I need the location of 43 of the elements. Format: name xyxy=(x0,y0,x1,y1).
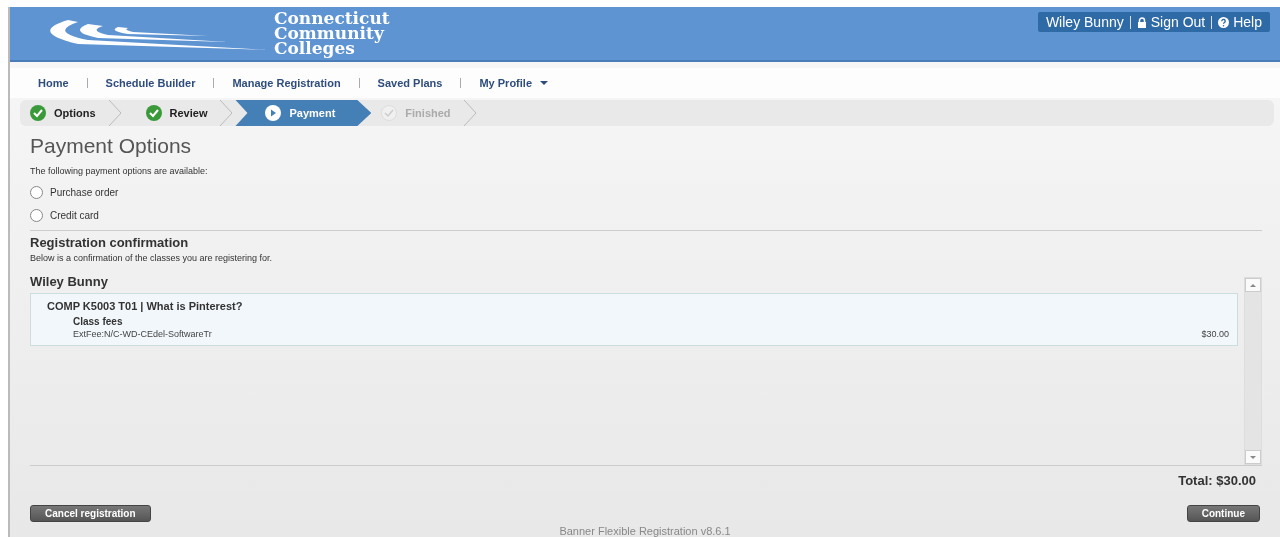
section-heading: Registration confirmation xyxy=(30,235,190,250)
option-label: Credit card xyxy=(50,210,99,221)
student-name: Wiley Bunny xyxy=(30,274,108,289)
option-label: Purchase order xyxy=(50,187,119,198)
cancel-registration-button[interactable]: Cancel registration xyxy=(30,505,151,522)
total-amount: Total: $30.00 xyxy=(1178,473,1256,488)
scroll-up-icon[interactable] xyxy=(1245,278,1261,292)
chevron-icon xyxy=(107,100,122,126)
payment-option[interactable]: Credit card xyxy=(30,209,1260,222)
continue-button[interactable]: Continue xyxy=(1186,505,1260,522)
progress-step: Finished xyxy=(371,100,491,126)
scroll-down-icon[interactable] xyxy=(1245,450,1261,464)
check-icon xyxy=(381,105,398,121)
nav-link[interactable]: My Profile xyxy=(461,77,566,89)
intro-text: The following payment options are available: xyxy=(30,166,209,176)
fee-name: ExtFee:N/C-WD-CEdel-SoftwareTr xyxy=(73,329,212,339)
page-title: Payment Options xyxy=(30,134,193,158)
footer-text: Banner Flexible Registration v8.6.1 xyxy=(558,525,732,537)
section-text: Below is a confirmation of the classes you are registering for. xyxy=(30,253,274,263)
check-icon xyxy=(145,105,162,121)
nav-link[interactable]: Home xyxy=(20,77,87,89)
radio-button[interactable] xyxy=(30,209,43,222)
progress-step: Options xyxy=(20,100,136,126)
class-title: COMP K5003 T01 | What is Pinterest? xyxy=(47,300,244,312)
nav-link[interactable]: Schedule Builder xyxy=(87,77,214,89)
fee-amount: $30.00 xyxy=(1201,329,1229,339)
help-icon xyxy=(1218,16,1230,28)
fee-heading: Class fees xyxy=(73,316,124,327)
help-link[interactable]: Help xyxy=(1218,14,1262,30)
play-icon xyxy=(265,105,282,121)
sign-out-link[interactable]: Sign Out xyxy=(1136,14,1206,30)
check-icon xyxy=(30,105,46,121)
lock-icon xyxy=(1136,16,1147,28)
radio-button[interactable] xyxy=(30,186,43,199)
scrollbar[interactable] xyxy=(1244,277,1262,465)
college-name: Connecticut Community Colleges xyxy=(274,11,390,56)
nav-link[interactable]: Saved Plans xyxy=(359,77,461,89)
chevron-icon xyxy=(219,100,234,126)
chevron-icon xyxy=(462,100,477,126)
user-link[interactable]: Wiley Bunny xyxy=(1045,14,1124,30)
payment-option[interactable]: Purchase order xyxy=(30,186,1260,199)
nav-link[interactable]: Manage Registration xyxy=(214,77,359,89)
progress-step: Payment xyxy=(235,100,372,126)
